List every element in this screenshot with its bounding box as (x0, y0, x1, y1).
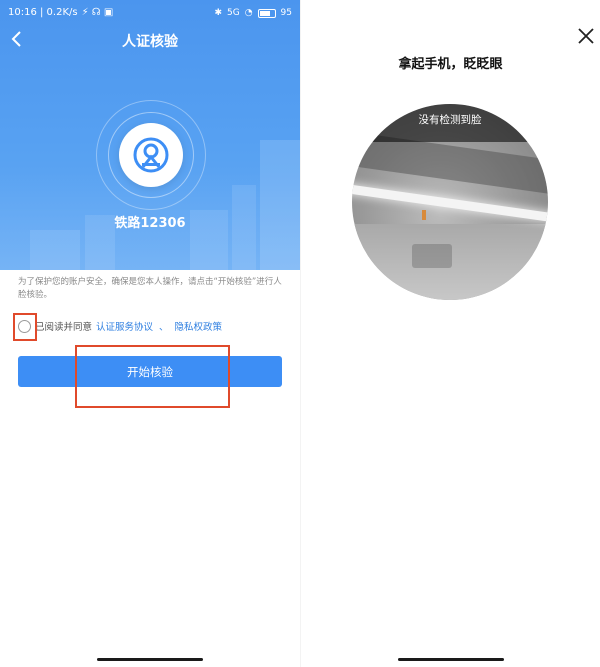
status-time: 10:16 | 0.2K/s (8, 7, 78, 18)
page-title: 人证核验 (122, 34, 178, 50)
left-screen: 10:16 | 0.2K/s ⚡ ☊ ▣ ✱ 5G ◔ 95 人证核验 铁路12… (0, 0, 300, 667)
railway-logo-icon (133, 137, 169, 173)
highlight-box-button (75, 345, 230, 408)
highlight-box-radio (13, 313, 37, 341)
close-button[interactable] (577, 27, 597, 47)
camera-hint-text: 没有检测到脸 (418, 114, 482, 126)
bluetooth-icon: ✱ (214, 8, 222, 18)
wifi-icon: ◔ (244, 8, 253, 18)
agreement-prefix: 已阅读并同意 (35, 322, 93, 333)
instruction-title: 拿起手机，眨眨眼 (398, 57, 503, 72)
battery-level: 95 (280, 8, 292, 18)
notice-text: 为了保护您的账户安全，确保是您本人操作，请点击“开始核验”进行人脸核验。 (18, 277, 282, 300)
nav-bar: 人证核验 (0, 26, 300, 56)
camera-object (412, 244, 452, 268)
hero-banner: 10:16 | 0.2K/s ⚡ ☊ ▣ ✱ 5G ◔ 95 人证核验 铁路12… (0, 0, 300, 270)
agreement-separator: 、 (159, 322, 169, 333)
home-indicator (97, 658, 203, 661)
brand-name: 铁路12306 (114, 216, 186, 231)
hero-building (30, 230, 80, 270)
notification-icons: ⚡ ☊ ▣ (81, 7, 114, 18)
right-screen: 拿起手机，眨眨眼 (300, 0, 600, 667)
signal-label: 5G (226, 8, 240, 18)
home-indicator (398, 658, 504, 661)
camera-orange-mark (422, 210, 426, 220)
service-agreement-link[interactable]: 认证服务协议 (96, 319, 153, 333)
battery-icon (257, 8, 276, 18)
logo-badge (119, 123, 183, 187)
camera-preview: 没有检测到脸 (352, 104, 548, 300)
close-icon (578, 28, 594, 44)
privacy-policy-link[interactable]: 隐私权政策 (175, 319, 223, 333)
agreement-row: 已阅读并同意 认证服务协议 、 隐私权政策 (18, 318, 222, 334)
hero-building (260, 140, 300, 270)
status-bar: 10:16 | 0.2K/s ⚡ ☊ ▣ ✱ 5G ◔ 95 (0, 0, 300, 26)
